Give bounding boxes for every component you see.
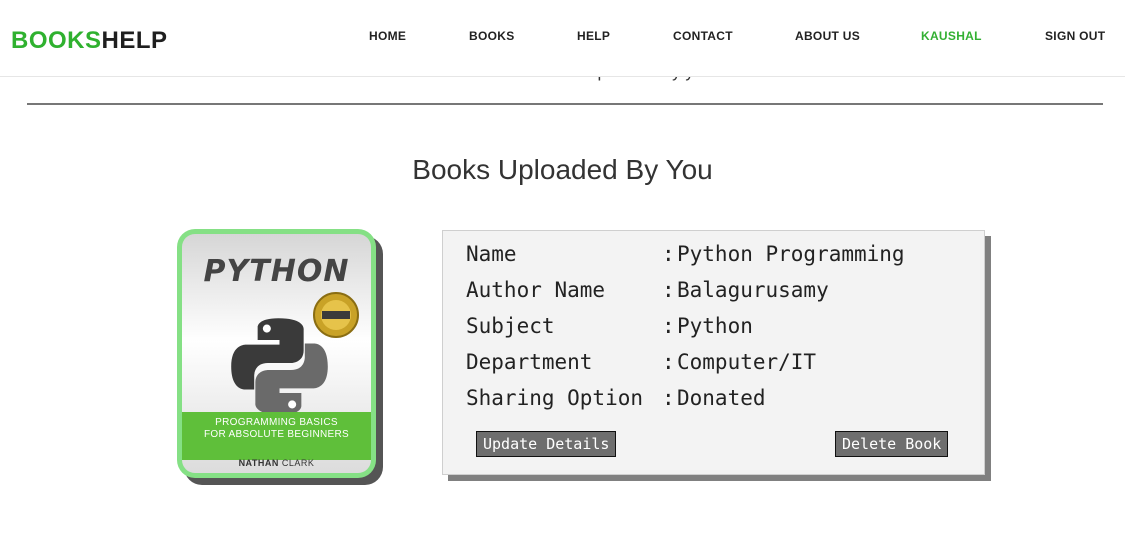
delete-book-button[interactable]: Delete Book [835,431,949,457]
nav-home[interactable]: HOME [369,29,406,43]
book-cover-image: PYTHON PROGRAMMING BASICS FOR ABSOLUTE B… [177,229,376,478]
book-details-card: Name: Python Programming Author Name: Bala… [442,230,985,475]
top-navbar: BOOKSHELP HOME BOOKS HELP CONTACT ABOUT … [0,0,1125,77]
update-details-button[interactable]: Update Details [476,431,617,457]
nav-contact[interactable]: CONTACT [673,29,733,43]
site-logo[interactable]: BOOKSHELP [11,27,168,55]
detail-row-name: Name: Python Programming [466,242,905,266]
detail-row-department: Department: Computer/IT [466,350,817,374]
python-logo-icon [231,318,328,415]
detail-row-sharing-option: Sharing Option: Donated [466,386,766,410]
logo-help: HELP [101,27,168,54]
nav-help[interactable]: HELP [577,29,610,43]
nav-sign-out[interactable]: SIGN OUT [1045,29,1105,43]
logo-books: BOOKS [11,27,102,54]
cover-subtitle: PROGRAMMING BASICS FOR ABSOLUTE BEGINNER… [204,417,349,440]
nav-books[interactable]: BOOKS [469,29,515,43]
section-divider [27,103,1103,105]
nav-about-us[interactable]: ABOUT US [795,29,860,43]
cover-title: PYTHON [203,254,350,289]
nav-user-profile[interactable]: KAUSHAL [921,29,982,43]
detail-row-author: Author Name: Balagurusamy [466,278,829,302]
detail-row-subject: Subject: Python [466,314,753,338]
page-title: Books Uploaded By You [412,154,713,185]
cover-author: NATHAN CLARK [238,458,315,468]
